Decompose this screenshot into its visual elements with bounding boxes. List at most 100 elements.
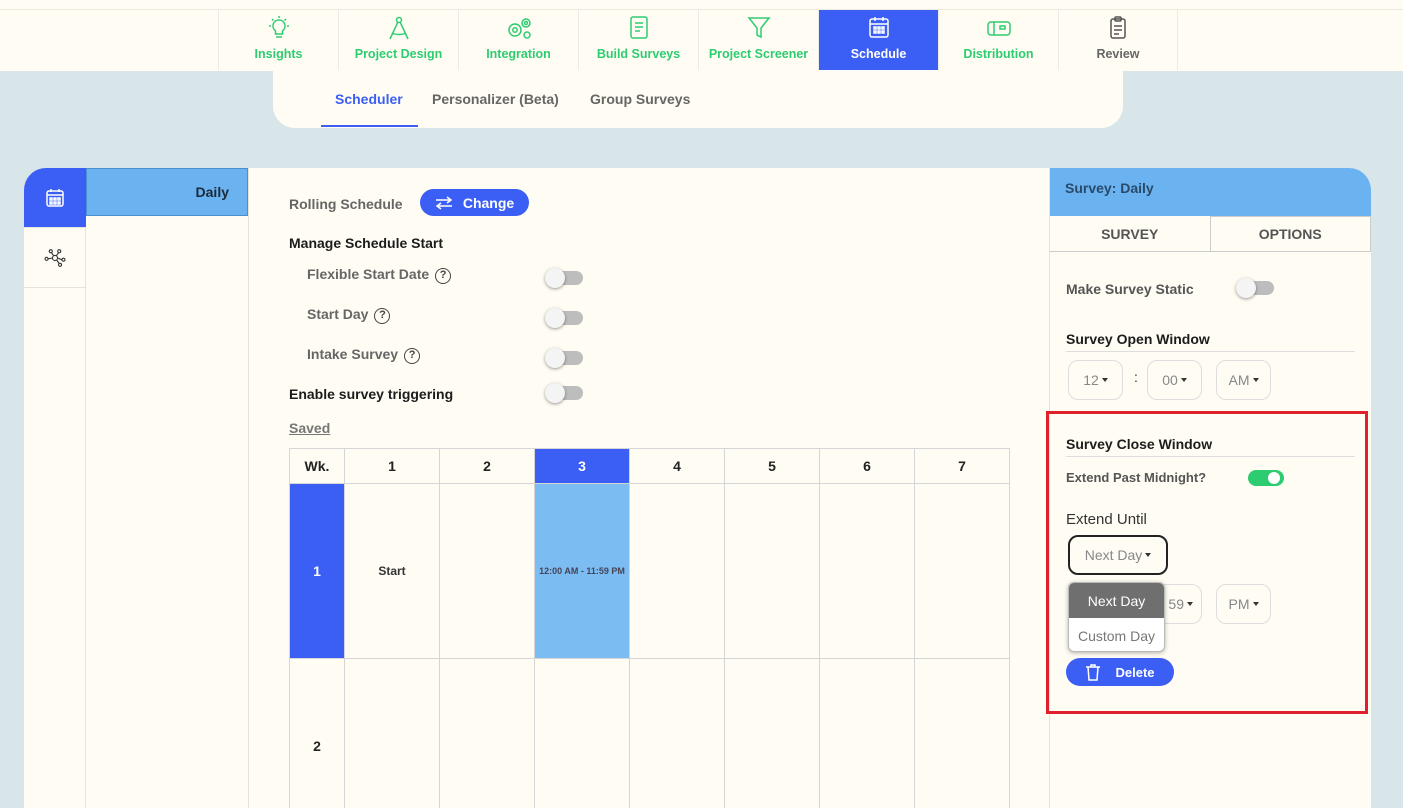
schedule-grid: Wk. 1 2 3 4 5 6 7 1 Start 12:00 AM - 11:… (289, 448, 1010, 808)
help-icon[interactable]: ? (404, 348, 421, 364)
survey-panel-tabs: SURVEY OPTIONS (1050, 216, 1371, 252)
compass-icon (388, 16, 409, 40)
open-minute-select[interactable]: 00 (1147, 360, 1202, 400)
tab-options[interactable]: OPTIONS (1210, 216, 1371, 252)
icon-rail (24, 168, 86, 808)
help-icon[interactable]: ? (374, 308, 391, 324)
help-icon[interactable]: ? (435, 268, 452, 284)
manage-schedule-start-heading: Manage Schedule Start (289, 235, 444, 251)
divider (1066, 351, 1355, 352)
open-window-heading: Survey Open Window (1066, 331, 1210, 347)
calendar-icon (868, 17, 889, 38)
nav-label: Schedule (850, 47, 907, 61)
tab-group-surveys[interactable]: Group Surveys (590, 91, 690, 107)
day-header-selected: 3 (534, 448, 630, 484)
flexible-start-toggle[interactable] (545, 268, 583, 288)
grid-cell[interactable] (344, 658, 440, 808)
intake-survey-toggle[interactable] (545, 348, 583, 368)
open-ampm-select[interactable]: AM (1216, 360, 1271, 400)
start-day-text: Start Day (307, 306, 369, 322)
schedule-settings: Rolling Schedule Change Manage Schedule … (249, 168, 1049, 808)
make-static-label: Make Survey Static (1066, 281, 1194, 297)
nav-project-design[interactable]: Project Design (338, 10, 458, 70)
main-navigation: Insights Project Design Integration Buil… (0, 10, 1403, 71)
week-label: 1 (289, 483, 345, 659)
nav-label: Insights (254, 47, 303, 61)
enable-triggering-label: Enable survey triggering (289, 386, 454, 402)
change-button[interactable]: Change (420, 189, 529, 216)
nav-label: Review (1096, 47, 1140, 61)
nav-distribution[interactable]: Distribution (938, 10, 1058, 70)
grid-cell[interactable] (439, 658, 535, 808)
schedule-list: Daily (86, 168, 249, 808)
make-static-toggle[interactable] (1236, 278, 1274, 298)
schedule-subtabs: Scheduler Personalizer (Beta) Group Surv… (273, 71, 1123, 128)
active-tab-indicator (321, 125, 418, 127)
change-label: Change (462, 194, 515, 211)
intake-survey-label: Intake Survey? (307, 346, 421, 364)
calendar-icon (46, 188, 64, 207)
nav-label: Distribution (963, 47, 1034, 61)
day-header: 2 (439, 448, 535, 484)
flexible-start-text: Flexible Start Date (307, 266, 430, 282)
nav-project-screener[interactable]: Project Screener (698, 10, 818, 70)
nav-integration[interactable]: Integration (458, 10, 578, 70)
nav-build-surveys[interactable]: Build Surveys (578, 10, 698, 70)
saved-status: Saved (289, 420, 331, 436)
grid-cell-start[interactable]: Start (344, 483, 440, 659)
start-day-toggle[interactable] (545, 308, 583, 328)
tab-personalizer[interactable]: Personalizer (Beta) (432, 91, 559, 107)
caret-down-icon (1180, 378, 1187, 382)
mailbox-icon (986, 21, 1011, 36)
grid-cell[interactable] (629, 483, 725, 659)
day-header: 1 (344, 448, 440, 484)
open-hour-select[interactable]: 12 (1068, 360, 1123, 400)
nav-label: Integration (486, 47, 551, 61)
form-icon (629, 16, 648, 39)
grid-cell[interactable] (819, 483, 915, 659)
funnel-icon (746, 17, 771, 39)
nav-label: Build Surveys (596, 47, 681, 61)
gears-icon (507, 18, 531, 39)
grid-cell[interactable] (724, 483, 820, 659)
rail-calendar-button[interactable] (24, 168, 86, 228)
open-minute-value: 00 (1162, 372, 1178, 388)
time-separator: : (1134, 369, 1138, 385)
nav-schedule[interactable]: Schedule (818, 10, 938, 70)
grid-cell[interactable] (439, 483, 535, 659)
clipboard-icon (1110, 16, 1126, 39)
grid-cell[interactable] (914, 483, 1010, 659)
open-hour-value: 12 (1083, 372, 1099, 388)
grid-cell[interactable] (724, 658, 820, 808)
day-header: 7 (914, 448, 1010, 484)
rail-network-button[interactable] (24, 228, 86, 288)
swap-icon (435, 195, 453, 210)
flexible-start-label: Flexible Start Date? (307, 266, 452, 284)
grid-cell[interactable] (629, 658, 725, 808)
week-header: Wk. (289, 448, 345, 484)
day-header: 4 (629, 448, 725, 484)
survey-panel-title: Survey: Daily (1050, 168, 1371, 216)
lightbulb-icon (268, 16, 289, 38)
nav-label: Project Design (354, 47, 443, 61)
network-icon (44, 248, 66, 267)
schedule-item-daily[interactable]: Daily (86, 168, 248, 216)
highlight-box (1046, 411, 1368, 714)
top-strip (0, 0, 1403, 10)
tab-scheduler[interactable]: Scheduler (335, 91, 403, 107)
day-header: 6 (819, 448, 915, 484)
grid-cell[interactable] (819, 658, 915, 808)
caret-down-icon (1252, 378, 1259, 382)
grid-cell-survey-window[interactable]: 12:00 AM - 11:59 PM (534, 483, 630, 659)
nav-label: Project Screener (708, 47, 809, 61)
nav-review[interactable]: Review (1058, 10, 1178, 70)
intake-survey-text: Intake Survey (307, 346, 399, 362)
enable-triggering-toggle[interactable] (545, 383, 583, 403)
tab-survey[interactable]: SURVEY (1050, 216, 1211, 252)
start-day-label: Start Day? (307, 306, 391, 324)
open-ampm-value: AM (1228, 372, 1250, 388)
grid-cell[interactable] (914, 658, 1010, 808)
grid-cell[interactable] (534, 658, 630, 808)
day-header: 5 (724, 448, 820, 484)
nav-insights[interactable]: Insights (218, 10, 338, 70)
